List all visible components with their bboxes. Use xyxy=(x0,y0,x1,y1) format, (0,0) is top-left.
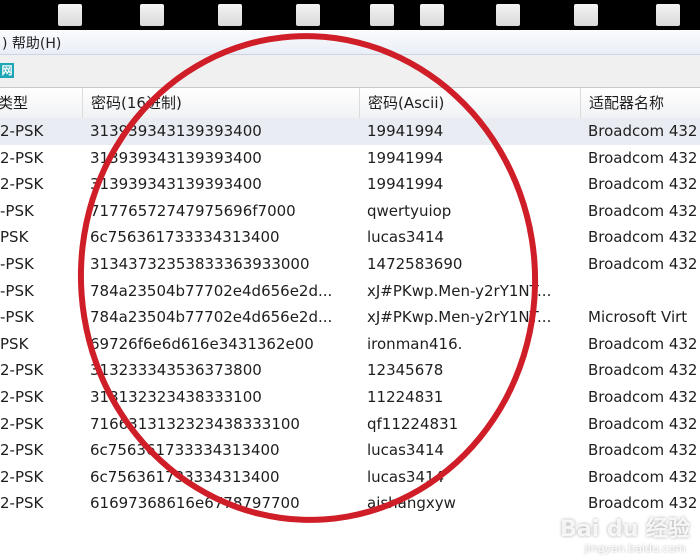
toolbar: 网 xyxy=(0,55,700,88)
cell-hex: 6c756361733334313400 xyxy=(90,228,280,247)
password-table: 2-PSK 313939343139393400 19941994 Broadc… xyxy=(0,118,700,517)
cell-adapter: Broadcom 432 xyxy=(588,228,698,247)
cell-ascii: 19941994 xyxy=(367,175,444,194)
cell-ascii: aishangxyw xyxy=(367,494,456,513)
watermark-logo: Bai du 经验 xyxy=(560,517,690,542)
cell-ascii: xJ#PKwp.Men-y2rY1NT... xyxy=(367,308,552,327)
desktop-file-icon[interactable] xyxy=(656,4,680,26)
cell-type: 2-PSK xyxy=(0,361,44,380)
table-row[interactable]: -PSK 71776572747975696f7000 qwertyuiop B… xyxy=(0,198,700,225)
cell-type: -PSK xyxy=(0,254,34,273)
table-row[interactable]: 2-PSK 313939343139393400 19941994 Broadc… xyxy=(0,145,700,172)
desktop-file-icon[interactable] xyxy=(420,4,444,26)
cell-ascii: 19941994 xyxy=(367,148,444,167)
cell-type: PSK xyxy=(0,334,29,353)
cell-ascii: lucas3414 xyxy=(367,467,445,486)
cell-hex: 61697368616e6778797700 xyxy=(90,494,300,513)
watermark-url: jingyan.baidu.com xyxy=(584,542,686,555)
cell-ascii: qf11224831 xyxy=(367,414,459,433)
table-row[interactable]: 2-PSK 313132323438333100 11224831 Broadc… xyxy=(0,384,700,411)
cell-adapter: Broadcom 432 xyxy=(588,334,698,353)
cell-type: 2-PSK xyxy=(0,494,44,513)
cell-ascii: ironman416. xyxy=(367,334,463,353)
cell-adapter: Broadcom 432 xyxy=(588,361,698,380)
column-header-type[interactable]: 类型 xyxy=(0,88,80,118)
cell-type: 2-PSK xyxy=(0,441,44,460)
table-header: 类型 密码(16进制) 密码(Ascii) 适配器名称 xyxy=(0,88,700,119)
network-icon[interactable]: 网 xyxy=(0,63,14,78)
desktop-background xyxy=(0,0,700,30)
cell-adapter: Broadcom 432 xyxy=(588,254,698,273)
cell-type: -PSK xyxy=(0,281,34,300)
cell-hex: 313132323438333100 xyxy=(90,387,262,406)
cell-hex: 313939343139393400 xyxy=(90,148,262,167)
cell-hex: 313939343139393400 xyxy=(90,175,262,194)
table-row[interactable]: 2-PSK 313939343139393400 19941994 Broadc… xyxy=(0,118,700,145)
cell-hex: 71776572747975696f7000 xyxy=(90,201,296,220)
cell-ascii: lucas3414 xyxy=(367,228,445,247)
desktop-file-icon[interactable] xyxy=(370,4,394,26)
cell-ascii: 11224831 xyxy=(367,387,444,406)
cell-adapter: Broadcom 432 xyxy=(588,148,698,167)
table-row[interactable]: -PSK 31343732353833363933000 1472583690 … xyxy=(0,251,700,278)
cell-ascii: 19941994 xyxy=(367,122,444,140)
cell-ascii: 1472583690 xyxy=(367,254,463,273)
cell-ascii: xJ#PKwp.Men-y2rY1NT... xyxy=(367,281,552,300)
cell-type: -PSK xyxy=(0,201,34,220)
table-row[interactable]: 2-PSK 6c756361733334313400 lucas3414 Bro… xyxy=(0,464,700,491)
cell-hex: 313939343139393400 xyxy=(90,122,262,140)
table-row[interactable]: PSK 6c756361733334313400 lucas3414 Broad… xyxy=(0,224,700,251)
cell-hex: 69726f6e6d616e3431362e00 xyxy=(90,334,314,353)
desktop-file-icon[interactable] xyxy=(496,4,520,26)
cell-ascii: qwertyuiop xyxy=(367,201,452,220)
column-header-adapter[interactable]: 适配器名称 xyxy=(580,88,700,118)
cell-hex: 313233343536373800 xyxy=(90,361,262,380)
cell-ascii: lucas3414 xyxy=(367,441,445,460)
desktop-file-icon[interactable] xyxy=(574,4,598,26)
cell-hex: 6c756361733334313400 xyxy=(90,441,280,460)
table-row[interactable]: -PSK 784a23504b77702e4d656e2d... xJ#PKwp… xyxy=(0,304,700,331)
cell-adapter: Broadcom 432 xyxy=(588,441,698,460)
cell-type: -PSK xyxy=(0,308,34,327)
cell-type: 2-PSK xyxy=(0,387,44,406)
menu-help[interactable]: ) 帮助(H) xyxy=(2,33,61,53)
cell-adapter: Broadcom 432 xyxy=(588,201,698,220)
desktop-file-icon[interactable] xyxy=(140,4,164,26)
desktop-file-icon[interactable] xyxy=(218,4,242,26)
cell-type: 2-PSK xyxy=(0,122,44,140)
column-header-ascii-password[interactable]: 密码(Ascii) xyxy=(359,88,581,118)
menu-bar: ) 帮助(H) xyxy=(0,30,700,55)
cell-adapter: Microsoft Virt xyxy=(588,308,688,327)
cell-type: 2-PSK xyxy=(0,414,44,433)
cell-adapter: Broadcom 432 xyxy=(588,467,698,486)
table-row[interactable]: 2-PSK 313233343536373800 12345678 Broadc… xyxy=(0,357,700,384)
cell-type: 2-PSK xyxy=(0,148,44,167)
cell-hex: 784a23504b77702e4d656e2d... xyxy=(90,308,333,327)
cell-adapter: Broadcom 432 xyxy=(588,387,698,406)
cell-type: PSK xyxy=(0,228,29,247)
cell-type: 2-PSK xyxy=(0,175,44,194)
cell-type: 2-PSK xyxy=(0,467,44,486)
cell-adapter: Broadcom 432 xyxy=(588,175,698,194)
cell-adapter: Broadcom 432 xyxy=(588,122,698,140)
table-row[interactable]: 2-PSK 6c756361733334313400 lucas3414 Bro… xyxy=(0,437,700,464)
cell-hex: 7166313132323438333100 xyxy=(90,414,300,433)
table-row[interactable]: PSK 69726f6e6d616e3431362e00 ironman416.… xyxy=(0,331,700,358)
table-row[interactable]: -PSK 784a23504b77702e4d656e2d... xJ#PKwp… xyxy=(0,278,700,305)
cell-adapter: Broadcom 432 xyxy=(588,414,698,433)
table-row[interactable]: 2-PSK 313939343139393400 19941994 Broadc… xyxy=(0,171,700,198)
desktop-file-icon[interactable] xyxy=(58,4,82,26)
column-header-hex-password[interactable]: 密码(16进制) xyxy=(82,88,360,118)
table-row[interactable]: 2-PSK 7166313132323438333100 qf11224831 … xyxy=(0,411,700,438)
cell-hex: 6c756361733334313400 xyxy=(90,467,280,486)
desktop-file-icon[interactable] xyxy=(296,4,320,26)
cell-ascii: 12345678 xyxy=(367,361,444,380)
cell-hex: 784a23504b77702e4d656e2d... xyxy=(90,281,333,300)
cell-hex: 31343732353833363933000 xyxy=(90,254,310,273)
